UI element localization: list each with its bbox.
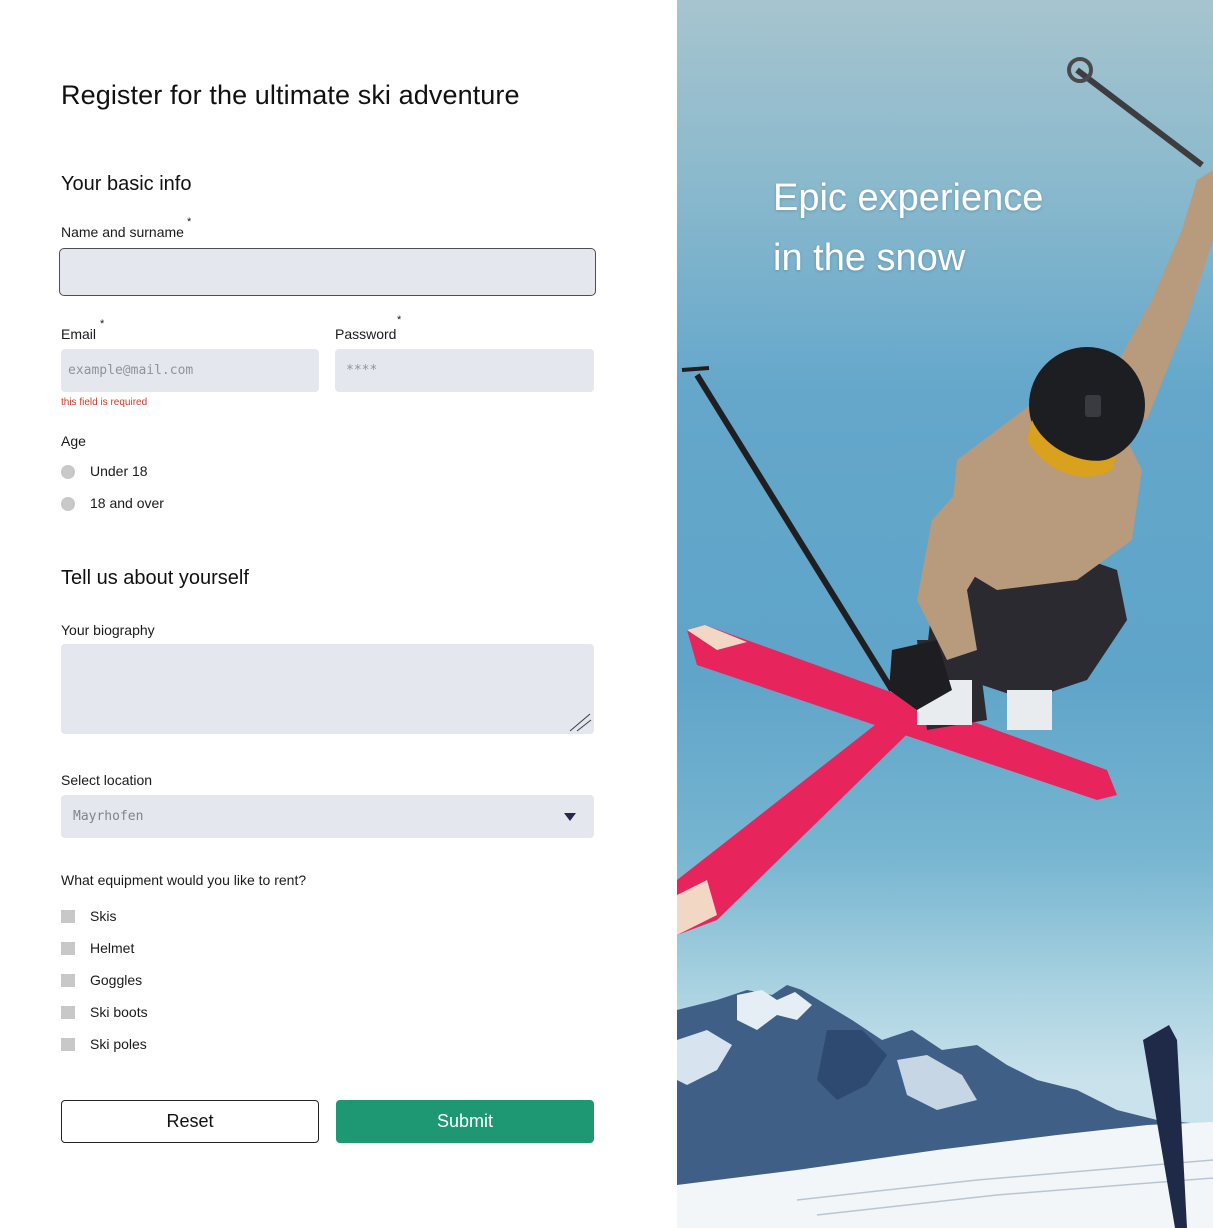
hero-headline-line-2: in the snow bbox=[773, 237, 966, 279]
checkbox[interactable] bbox=[61, 974, 75, 987]
basic-info-heading: Your basic info bbox=[61, 173, 192, 195]
checkbox-label: Helmet bbox=[90, 940, 135, 956]
hero-panel: Epic experience in the snow bbox=[677, 0, 1213, 1228]
email-label: Email bbox=[61, 326, 97, 342]
radio-label: Under 18 bbox=[90, 463, 148, 479]
equipment-label: What equipment would you like to rent? bbox=[61, 872, 307, 888]
equipment-option-skis[interactable]: Skis bbox=[61, 908, 321, 926]
reset-button[interactable]: Reset bbox=[61, 1100, 319, 1143]
checkbox[interactable] bbox=[61, 1038, 75, 1051]
chevron-down-icon bbox=[564, 813, 576, 821]
equipment-option-ski-boots[interactable]: Ski boots bbox=[61, 1004, 321, 1022]
password-input[interactable] bbox=[335, 349, 594, 392]
email-input[interactable] bbox=[61, 349, 319, 392]
checkbox-label: Ski boots bbox=[90, 1004, 148, 1020]
location-select[interactable]: Mayrhofen bbox=[61, 795, 594, 838]
equipment-option-goggles[interactable]: Goggles bbox=[61, 972, 321, 990]
radio-button[interactable] bbox=[61, 465, 75, 479]
age-option-18-and-over[interactable]: 18 and over bbox=[61, 495, 321, 513]
registration-form: Register for the ultimate ski adventure … bbox=[0, 0, 677, 1228]
checkbox[interactable] bbox=[61, 942, 75, 955]
page-title: Register for the ultimate ski adventure bbox=[61, 80, 520, 110]
name-required-marker: * bbox=[187, 216, 192, 228]
age-option-under-18[interactable]: Under 18 bbox=[61, 463, 321, 481]
radio-button[interactable] bbox=[61, 497, 75, 511]
name-label: Name and surname bbox=[61, 224, 184, 240]
biography-textarea[interactable] bbox=[61, 644, 594, 734]
biography-label: Your biography bbox=[61, 622, 155, 638]
about-heading: Tell us about yourself bbox=[61, 567, 249, 589]
name-input[interactable] bbox=[59, 248, 596, 296]
equipment-option-helmet[interactable]: Helmet bbox=[61, 940, 321, 958]
password-label: Password bbox=[335, 326, 397, 342]
hero-headline: Epic experience in the snow bbox=[773, 168, 1193, 288]
hero-headline-line-1: Epic experience bbox=[773, 177, 1044, 219]
email-error-message: this field is required bbox=[61, 397, 148, 408]
checkbox[interactable] bbox=[61, 1006, 75, 1019]
checkbox-label: Ski poles bbox=[90, 1036, 147, 1052]
location-selected-value: Mayrhofen bbox=[73, 809, 144, 824]
email-required-marker: * bbox=[100, 318, 105, 330]
submit-button[interactable]: Submit bbox=[336, 1100, 594, 1143]
password-required-marker: * bbox=[397, 314, 402, 326]
equipment-option-ski-poles[interactable]: Ski poles bbox=[61, 1036, 321, 1054]
age-label: Age bbox=[61, 433, 86, 449]
location-label: Select location bbox=[61, 772, 153, 788]
radio-label: 18 and over bbox=[90, 495, 164, 511]
checkbox[interactable] bbox=[61, 910, 75, 923]
checkbox-label: Goggles bbox=[90, 972, 143, 988]
resize-grip-icon[interactable] bbox=[568, 712, 592, 732]
checkbox-label: Skis bbox=[90, 908, 117, 924]
